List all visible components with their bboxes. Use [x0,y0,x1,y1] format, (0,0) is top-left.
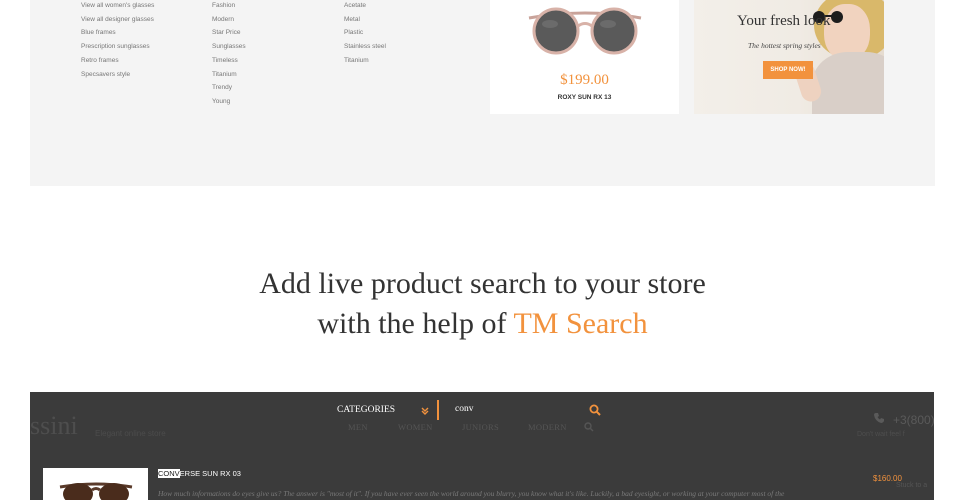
product-name[interactable]: ROXY SUN RX 13 [490,94,679,101]
phone-icon [874,413,884,423]
product-card[interactable]: $199.00 ROXY SUN RX 13 [490,0,679,114]
promo-subtitle: The hottest spring styles [748,41,821,50]
search-input[interactable] [450,400,595,418]
shop-now-button[interactable]: SHOP NOW! [763,61,813,79]
mega-menu-panel: View all women's glasses View all design… [30,0,935,186]
search-icon[interactable] [589,404,601,416]
menu-link[interactable]: Titanium [212,68,246,82]
result-title-rest: ERSE SUN RX 03 [179,469,241,478]
menu-link[interactable]: Star Price [212,26,246,40]
menu-link[interactable]: Acetate [344,0,386,13]
menu-link[interactable]: Titanium [344,54,386,68]
menu-link[interactable]: Modern [212,13,246,27]
menu-link[interactable]: Specsavers style [81,68,154,82]
product-price: $199.00 [560,72,609,88]
menu-column-style: Fashion Modern Star Price Sunglasses Tim… [212,0,246,109]
promo-title: Your fresh look [737,13,831,29]
menu-link[interactable]: Metal [344,13,386,27]
menu-link[interactable]: Plastic [344,26,386,40]
menu-column-women: View all women's glasses View all design… [81,0,154,81]
menu-link[interactable]: Prescription sunglasses [81,40,154,54]
chevron-down-icon[interactable] [420,406,430,416]
menu-link[interactable]: View all designer glasses [81,13,154,27]
headline-line-2: with the help of TM Search [0,304,965,344]
promo-banner[interactable]: Your fresh look The hottest spring style… [694,0,884,114]
store-phone: +3(800) [893,413,934,427]
menu-link[interactable]: Young [212,95,246,109]
store-hours-note: Don't wait feel f [857,431,905,438]
nav-item-juniors[interactable]: JUNIORS [462,422,499,432]
search-divider [437,400,439,420]
store-tagline: Elegant online store [95,429,166,438]
result-thumbnail[interactable] [43,468,148,500]
menu-link[interactable]: Blue frames [81,26,154,40]
section-headline: Add live product search to your store wi… [0,264,965,344]
sunglasses-result-image [59,482,133,500]
menu-link[interactable]: Trendy [212,81,246,95]
menu-column-material: Acetate Metal Plastic Stainless steel Ti… [344,0,386,68]
model-sweater [812,52,884,114]
search-categories-select[interactable]: CATEGORIES [337,405,395,415]
menu-link[interactable]: Fashion [212,0,246,13]
nav-item-men[interactable]: MEN [348,422,368,432]
nav-search-icon[interactable] [584,422,594,432]
result-title-match: CONV [158,469,180,478]
menu-link[interactable]: Retro frames [81,54,154,68]
menu-link[interactable]: Stainless steel [344,40,386,54]
result-title[interactable]: CONVERSE SUN RX 03 [158,469,241,478]
nav-item-women[interactable]: WOMEN [398,422,433,432]
side-note: Stuck to a [896,482,928,489]
headline-line-1: Add live product search to your store [259,267,706,300]
nav-item-modern[interactable]: MODERN [528,422,567,432]
search-demo-screenshot: ssini Elegant online store +3(800) Don't… [30,392,934,500]
menu-link[interactable]: Timeless [212,54,246,68]
sunglasses-product-image [528,7,642,55]
menu-link[interactable]: View all women's glasses [81,0,154,13]
store-logo[interactable]: ssini [30,411,78,441]
headline-line-2-prefix: with the help of [317,307,514,340]
headline-accent: TM Search [513,307,648,340]
menu-link[interactable]: Sunglasses [212,40,246,54]
result-description: How much informations do eyes give us? T… [158,489,785,498]
